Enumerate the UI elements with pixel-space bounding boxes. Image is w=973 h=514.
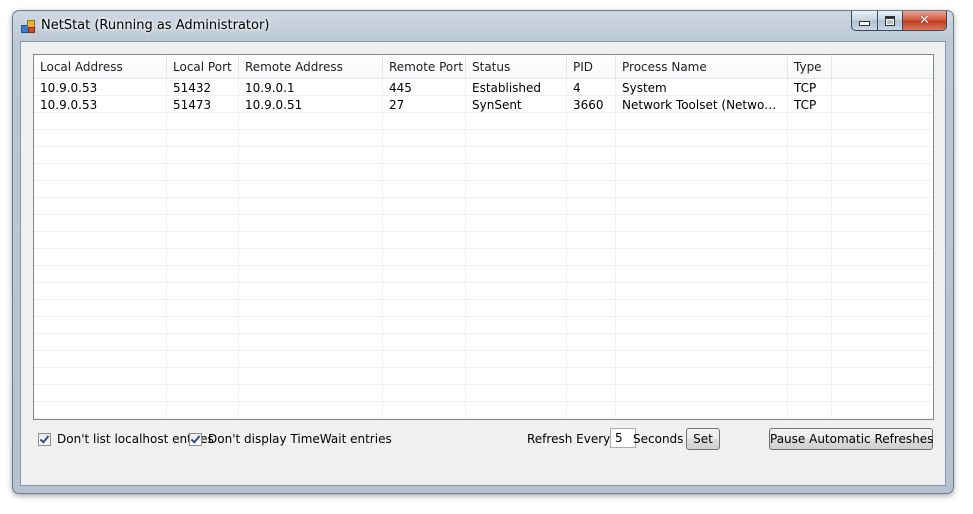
grid-column-line [831, 79, 832, 419]
checkbox-no-localhost[interactable]: Don't list localhost entries [38, 431, 214, 447]
cell-status: SynSent [472, 98, 522, 112]
checkbox-no-localhost-box[interactable] [38, 432, 51, 446]
cell-local-port: 51473 [173, 98, 212, 112]
grid-row-line [34, 231, 933, 232]
close-button[interactable]: ✕ [903, 11, 947, 31]
column-header-type[interactable]: Type [788, 55, 832, 78]
grid-column-line [238, 79, 239, 419]
window-controls: ✕ [851, 11, 947, 31]
table-row[interactable]: 10.9.0.53 51432 10.9.0.1 445 Established… [34, 79, 933, 96]
title-bar[interactable]: NetStat (Running as Administrator) ✕ [13, 11, 953, 41]
grid-row-line [34, 248, 933, 249]
grid-row-line [34, 146, 933, 147]
checkbox-no-timewait-box[interactable] [189, 432, 202, 446]
column-header-local-port[interactable]: Local Port [167, 55, 239, 78]
window-title: NetStat (Running as Administrator) [41, 18, 270, 33]
seconds-label: Seconds [633, 432, 684, 446]
grid-row-line [34, 265, 933, 266]
grid-row-line [34, 214, 933, 215]
grid-row-line [34, 418, 933, 419]
set-button[interactable]: Set [686, 428, 720, 450]
cell-remote-port: 27 [389, 98, 405, 112]
column-header-local-address[interactable]: Local Address [34, 55, 167, 78]
column-header-status[interactable]: Status [466, 55, 567, 78]
grid-column-line [465, 79, 466, 419]
netstat-window: NetStat (Running as Administrator) ✕ Loc… [12, 10, 954, 494]
table-row[interactable]: 10.9.0.53 51473 10.9.0.51 27 SynSent 366… [34, 96, 933, 113]
maximize-button[interactable] [878, 11, 903, 31]
cell-type: TCP [794, 98, 817, 112]
grid-row-line [34, 367, 933, 368]
grid-column-line [615, 79, 616, 419]
pause-refreshes-button[interactable]: Pause Automatic Refreshes [769, 428, 933, 450]
cell-status: Established [472, 81, 542, 95]
cell-pid: 4 [573, 81, 581, 95]
grid-row-line [34, 299, 933, 300]
column-header-process-name[interactable]: Process Name [616, 55, 788, 78]
grid-column-line [787, 79, 788, 419]
grid-row-line [34, 180, 933, 181]
minimize-icon [859, 21, 870, 26]
list-body: 10.9.0.53 51432 10.9.0.1 445 Established… [34, 79, 933, 419]
cell-process-name: Network Toolset (Network Tool... [622, 98, 781, 112]
grid-row-line [34, 282, 933, 283]
cell-local-address: 10.9.0.53 [40, 98, 98, 112]
grid-row-line [34, 333, 933, 334]
list-header: Local Address Local Port Remote Address … [34, 55, 933, 79]
minimize-button[interactable] [851, 11, 878, 31]
cell-local-address: 10.9.0.53 [40, 81, 98, 95]
cell-remote-address: 10.9.0.1 [245, 81, 295, 95]
grid-column-line [382, 79, 383, 419]
cell-type: TCP [794, 81, 817, 95]
grid-row-line [34, 197, 933, 198]
cell-pid: 3660 [573, 98, 604, 112]
grid-row-line [34, 350, 933, 351]
cell-remote-address: 10.9.0.51 [245, 98, 303, 112]
grid-row-line [34, 316, 933, 317]
app-icon [21, 20, 35, 33]
cell-process-name: System [622, 81, 667, 95]
grid-row-line [34, 163, 933, 164]
column-header-remote-address[interactable]: Remote Address [239, 55, 383, 78]
grid-row-line [34, 401, 933, 402]
close-icon: ✕ [919, 13, 930, 28]
refresh-every-label: Refresh Every [527, 432, 611, 446]
grid-column-line [566, 79, 567, 419]
cell-local-port: 51432 [173, 81, 212, 95]
maximize-icon [885, 15, 895, 26]
grid-row-line [34, 129, 933, 130]
column-header-pid[interactable]: PID [567, 55, 616, 78]
client-area: Local Address Local Port Remote Address … [20, 41, 946, 486]
connections-list[interactable]: Local Address Local Port Remote Address … [33, 54, 934, 420]
grid-row-line [34, 384, 933, 385]
checkbox-no-timewait-label: Don't display TimeWait entries [208, 432, 392, 446]
checkbox-no-timewait[interactable]: Don't display TimeWait entries [189, 431, 392, 447]
column-header-remote-port[interactable]: Remote Port [383, 55, 466, 78]
grid-column-line [166, 79, 167, 419]
cell-remote-port: 445 [389, 81, 412, 95]
